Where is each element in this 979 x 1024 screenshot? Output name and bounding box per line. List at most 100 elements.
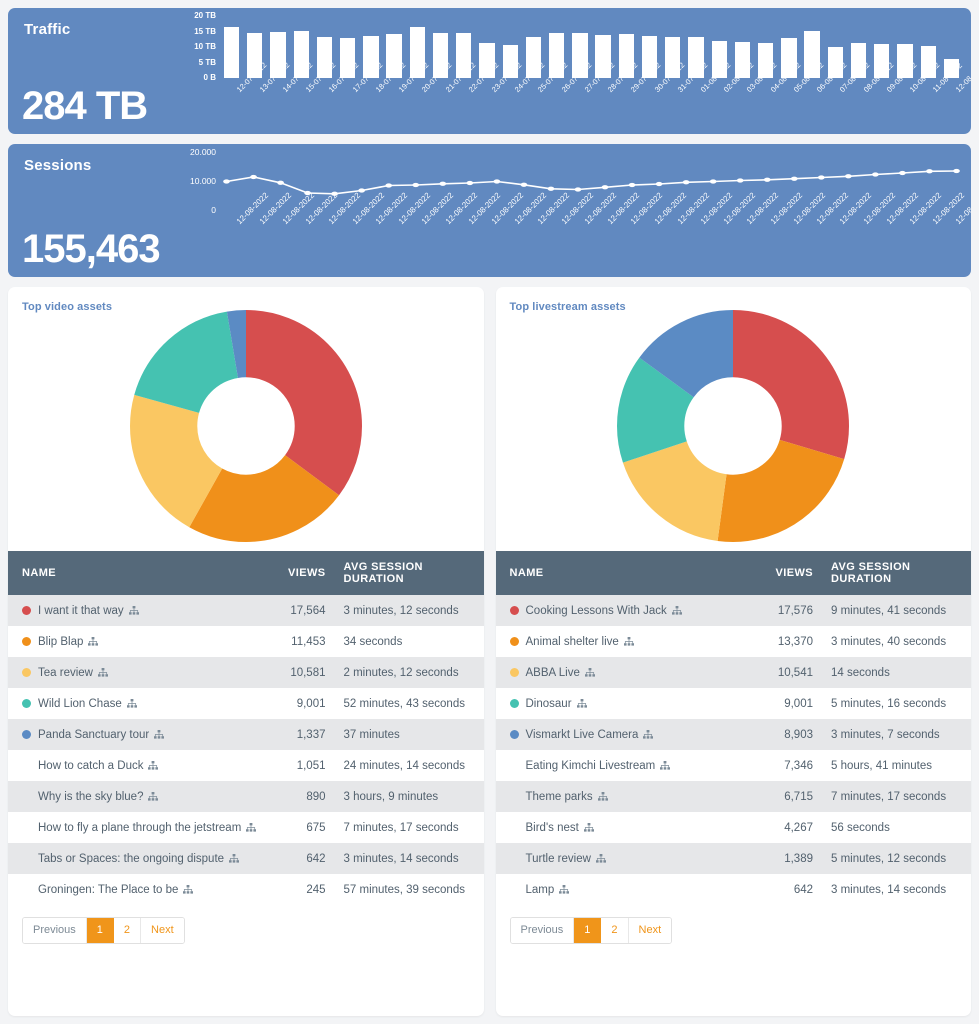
- duration-cell: 5 minutes, 16 seconds: [831, 697, 947, 710]
- traffic-x-tick: 31-07-2022: [661, 61, 709, 124]
- color-dot-icon: [22, 761, 31, 770]
- sessions-x-tick: 12-08-2022: [475, 191, 525, 256]
- color-dot-icon: [22, 636, 31, 646]
- pagination-previous[interactable]: Previous: [23, 918, 87, 944]
- table-row[interactable]: Blip Blap 11,453 34 seconds: [8, 626, 484, 657]
- asset-name-label: Dinosaur: [525, 697, 572, 710]
- column-header-name[interactable]: NAME: [495, 551, 747, 595]
- pagination-page-2[interactable]: 2: [113, 918, 142, 944]
- column-header-duration[interactable]: AVG SESSION DURATION: [821, 551, 971, 595]
- traffic-x-tick: 11-08-2022: [917, 61, 964, 124]
- column-header-views[interactable]: VIEWS: [747, 551, 821, 595]
- traffic-x-tick: 20-07-2022: [406, 61, 453, 124]
- sessions-data-point: [439, 181, 447, 186]
- asset-name-label: Panda Sanctuary tour: [38, 728, 150, 741]
- sessions-data-point: [574, 187, 582, 192]
- sessions-data-point: [953, 168, 960, 174]
- table-row[interactable]: ABBA Live 10,541 14 seconds: [495, 657, 971, 688]
- pagination-page-2[interactable]: 2: [601, 918, 629, 944]
- pagination-next[interactable]: Next: [628, 918, 672, 944]
- table-row[interactable]: Vismarkt Live Camera 8,903 3 minutes, 7 se…: [495, 719, 971, 750]
- traffic-x-tick: 16-07-2022: [313, 61, 360, 124]
- duration-cell: 3 hours, 9 minutes: [343, 790, 439, 803]
- pagination-page-1[interactable]: 1: [86, 918, 114, 944]
- sessions-x-tick: 12-08-2022: [940, 191, 971, 256]
- sessions-x-tick: 12-08-2022: [754, 191, 803, 256]
- traffic-chart: 0 B 5 TB 10 TB 15 TB 20 TB 12-07-2022 13-07-2…: [176, 11, 971, 130]
- sessions-x-tick: 12-08-2022: [615, 191, 664, 256]
- sitemap-icon: [97, 667, 108, 677]
- column-header-name[interactable]: NAME: [8, 551, 260, 595]
- traffic-x-tick: 22-07-2022: [452, 61, 500, 124]
- color-dot-icon: [22, 792, 31, 801]
- table-row[interactable]: How to fly a plane through the jetstream…: [8, 812, 484, 843]
- sessions-y-tick: 20.000: [190, 147, 216, 157]
- sessions-data-point: [493, 179, 501, 184]
- asset-name-cell: ABBA Live: [496, 657, 748, 688]
- traffic-x-tick: 03-08-2022: [731, 61, 778, 124]
- color-dot-icon: [22, 854, 31, 863]
- views-cell: 1,051: [296, 759, 326, 772]
- color-dot-icon: [22, 823, 31, 832]
- video-pagination: Previous 1 2 Next: [8, 905, 484, 960]
- table-row[interactable]: Tea review 10,581 2 minutes, 12 seconds: [8, 657, 484, 688]
- table-row[interactable]: Tabs or Spaces: the ongoing dispute 642 3 …: [8, 843, 484, 874]
- column-header-duration[interactable]: AVG SESSION DURATION: [333, 551, 484, 595]
- sitemap-icon: [623, 636, 634, 646]
- sitemap-icon: [126, 698, 137, 708]
- top-livestream-assets-card: Top livestream assets NAME VIEWS AVG SES…: [495, 287, 972, 1016]
- column-header-views[interactable]: VIEWS: [259, 551, 334, 595]
- traffic-x-tick: 10-08-2022: [893, 61, 941, 124]
- table-row[interactable]: How to catch a Duck 1,051 24 minutes, 14 s…: [8, 750, 484, 781]
- sitemap-icon: [660, 760, 671, 770]
- table-row[interactable]: Turtle review 1,389 5 minutes, 12 seconds: [495, 843, 971, 874]
- asset-name-cell: Wild Lion Chase: [8, 688, 260, 719]
- table-row[interactable]: Why is the sky blue? 890 3 hours, 9 minute…: [8, 781, 484, 812]
- sessions-x-tick: 12-08-2022: [452, 191, 502, 256]
- traffic-x-tick: 12-08-2022: [940, 61, 971, 124]
- livestream-donut-chart: [496, 301, 972, 551]
- table-row[interactable]: Bird's nest 4,267 56 seconds: [495, 812, 971, 843]
- table-row[interactable]: Lamp 642 3 minutes, 14 seconds: [495, 874, 971, 905]
- table-row[interactable]: Dinosaur 9,001 5 minutes, 16 seconds: [495, 688, 971, 719]
- table-row[interactable]: Theme parks 6,715 7 minutes, 17 seconds: [495, 781, 971, 812]
- sessions-x-tick: 12-08-2022: [870, 191, 920, 256]
- livestream-assets-table: NAME VIEWS AVG SESSION DURATION Cooking …: [495, 551, 971, 905]
- views-cell: 6,715: [784, 790, 813, 803]
- asset-name-label: Turtle review: [525, 852, 591, 865]
- table-row[interactable]: Wild Lion Chase 9,001 52 minutes, 43 secon…: [8, 688, 484, 719]
- color-dot-icon: [509, 636, 519, 646]
- views-cell: 13,370: [777, 635, 813, 648]
- asset-name-cell: Turtle review: [496, 843, 748, 874]
- table-row[interactable]: Eating Kimchi Livestream 7,346 5 hours, 41…: [495, 750, 971, 781]
- table-row[interactable]: Panda Sanctuary tour 1,337 37 minutes: [8, 719, 484, 750]
- traffic-x-tick: 28-07-2022: [592, 61, 639, 124]
- asset-name-cell: Tea review: [8, 657, 260, 688]
- sessions-data-point: [655, 181, 663, 187]
- pagination-next[interactable]: Next: [141, 918, 184, 944]
- duration-cell: 7 minutes, 17 seconds: [831, 790, 947, 803]
- sitemap-icon: [595, 853, 606, 863]
- table-row[interactable]: Cooking Lessons With Jack 17,576 9 minutes…: [495, 595, 971, 626]
- sessions-data-point: [872, 172, 879, 177]
- table-row[interactable]: Groningen: The Place to be 245 57 minutes,…: [8, 874, 484, 905]
- sitemap-icon: [671, 605, 682, 615]
- sessions-panel: Sessions 155,463 0 10.000 20.000 12-08-202…: [8, 144, 971, 277]
- asset-name-cell: How to fly a plane through the jetstream: [8, 812, 260, 843]
- livestream-pagination: Previous 1 2 Next: [496, 905, 972, 960]
- views-cell: 890: [306, 790, 326, 803]
- traffic-title: Traffic: [24, 21, 71, 38]
- sessions-x-tick: 12-08-2022: [824, 191, 873, 256]
- asset-name-label: How to catch a Duck: [38, 759, 144, 772]
- table-row[interactable]: I want it that way 17,564 3 minutes, 12 se…: [8, 595, 484, 626]
- views-cell: 675: [306, 821, 326, 834]
- sessions-x-tick: 12-08-2022: [893, 191, 943, 256]
- pagination-page-1[interactable]: 1: [574, 918, 602, 944]
- asset-name-label: How to fly a plane through the jetstream: [38, 821, 242, 834]
- table-row[interactable]: Animal shelter live 13,370 3 minutes, 40 s…: [495, 626, 971, 657]
- traffic-y-tick: 5 TB: [198, 57, 216, 67]
- pagination-previous[interactable]: Previous: [510, 918, 575, 944]
- color-dot-icon: [510, 792, 519, 801]
- sessions-data-point: [223, 179, 230, 184]
- duration-cell: 7 minutes, 17 seconds: [343, 821, 459, 834]
